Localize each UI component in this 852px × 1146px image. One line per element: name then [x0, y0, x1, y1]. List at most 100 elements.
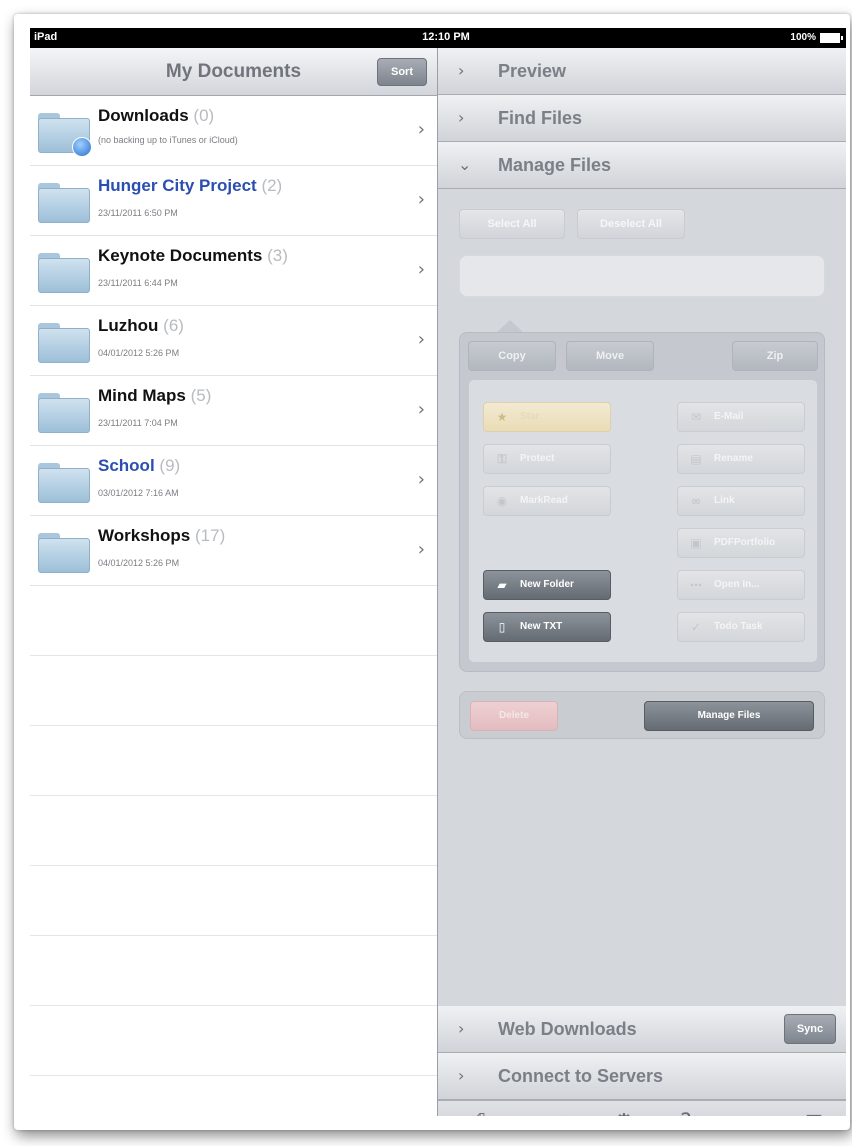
new-folder-button[interactable]: ▰ New Folder — [483, 570, 611, 600]
empty-row — [30, 936, 437, 1006]
star-icon: ★ — [496, 410, 508, 424]
clock: 12:10 PM — [422, 31, 470, 43]
ipad-screen: iPad 12:10 PM 100% My Documents Sort Dow… — [30, 28, 846, 1116]
monitor-icon[interactable]: ▭ — [734, 1109, 762, 1116]
email-button[interactable]: ✉ E-Mail — [677, 402, 805, 432]
page-title: My Documents — [165, 61, 302, 82]
chevron-right-icon: › — [417, 119, 425, 140]
gear-icon[interactable]: ⚙ — [610, 1109, 638, 1116]
empty-row — [30, 1006, 437, 1076]
folder-subtitle: (no backing up to iTunes or iCloud) — [98, 135, 238, 145]
chevron-right-icon: › — [417, 329, 425, 350]
operations-grid: ★ Star ✉ E-Mail ⚿ Protect ▤ Rename ◉ MarkRead — [468, 379, 818, 663]
section-label: Connect to Servers — [498, 1066, 664, 1086]
documents-header: My Documents Sort — [30, 48, 437, 96]
folder-row-school[interactable]: School (9) 03/01/2012 7:16 AM › — [30, 446, 437, 516]
folder-name: Mind Maps (5) — [98, 386, 212, 405]
camera-icon[interactable]: ⎙ — [466, 1109, 494, 1116]
empty-row — [30, 866, 437, 936]
rename-button[interactable]: ▤ Rename — [677, 444, 805, 474]
eye-icon: ◉ — [496, 494, 508, 508]
selection-field[interactable] — [459, 255, 825, 297]
bottom-sections: › Web Downloads Sync › Connect to Server… — [438, 1006, 846, 1100]
section-manage-files[interactable]: ⌄ Manage Files — [438, 142, 846, 189]
checkmark-icon: ✓ — [690, 620, 702, 634]
copy-button[interactable]: Copy — [468, 341, 556, 371]
new-file-icon: ▯ — [498, 620, 506, 634]
carrier-label: iPad — [34, 31, 58, 43]
folder-date: 23/11/2011 6:44 PM — [98, 278, 178, 288]
folder-row-luzhou[interactable]: Luzhou (6) 04/01/2012 5:26 PM › — [30, 306, 437, 376]
tools-panel: › Preview › Find Files ⌄ Manage Files Se… — [438, 48, 846, 1116]
section-find-files[interactable]: › Find Files — [438, 95, 846, 142]
chevron-right-icon: › — [458, 61, 465, 80]
folder-date: 04/01/2012 5:26 PM — [98, 558, 180, 568]
zip-button[interactable]: Zip — [732, 341, 818, 371]
bottom-toolbar: ⎙ ≋ ⚙ ? ▭ ⊡ — [438, 1100, 846, 1116]
mark-read-button[interactable]: ◉ MarkRead — [483, 486, 611, 516]
folder-name: School (9) — [98, 456, 181, 475]
manage-files-button[interactable]: Manage Files — [644, 701, 814, 731]
portfolio-icon: ▣ — [690, 536, 702, 550]
chevron-right-icon: › — [417, 259, 425, 280]
empty-row — [30, 656, 437, 726]
manage-files-body: Select All Deselect All Copy Move Zip ★ S… — [438, 189, 846, 979]
wifi-icon[interactable]: ≋ — [542, 1109, 570, 1116]
globe-icon — [72, 137, 92, 157]
operations-panel: Copy Move Zip ★ Star ✉ E-Mail ⚿ Protect ▤ Re… — [459, 332, 825, 672]
chevron-right-icon: › — [458, 1019, 465, 1038]
folder-icon — [38, 463, 90, 503]
delete-button[interactable]: Delete — [470, 701, 558, 731]
pdf-portfolio-button[interactable]: ▣ PDFPortfolio — [677, 528, 805, 558]
folder-icon — [38, 533, 90, 573]
sort-button[interactable]: Sort — [377, 58, 427, 86]
empty-row — [30, 726, 437, 796]
folder-date: 04/01/2012 5:26 PM — [98, 348, 180, 358]
folder-icon — [38, 113, 92, 157]
chevron-right-icon: › — [417, 189, 425, 210]
open-in-icon: ⋯ — [690, 578, 702, 592]
new-txt-button[interactable]: ▯ New TXT — [483, 612, 611, 642]
folder-name: Downloads (0) — [98, 106, 215, 125]
chevron-down-icon: ⌄ — [458, 155, 472, 174]
select-all-button[interactable]: Select All — [459, 209, 565, 239]
rename-icon: ▤ — [690, 452, 702, 466]
open-in-button[interactable]: ⋯ Open In... — [677, 570, 805, 600]
documents-panel: My Documents Sort Downloads (0) (no back… — [30, 48, 438, 1116]
new-folder-icon: ▰ — [497, 578, 507, 592]
folder-row-keynote-documents[interactable]: Keynote Documents (3) 23/11/2011 6:44 PM… — [30, 236, 437, 306]
section-label: Manage Files — [498, 155, 612, 175]
section-label: Find Files — [498, 108, 583, 128]
status-bar: iPad 12:10 PM 100% — [30, 28, 846, 48]
help-icon[interactable]: ? — [672, 1109, 700, 1116]
folder-date: 23/11/2011 7:04 PM — [98, 418, 178, 428]
section-label: Preview — [498, 61, 567, 81]
move-button[interactable]: Move — [566, 341, 654, 371]
section-web-downloads[interactable]: › Web Downloads Sync — [438, 1006, 846, 1053]
deselect-all-button[interactable]: Deselect All — [577, 209, 685, 239]
link-button[interactable]: ∞ Link — [677, 486, 805, 516]
protect-button[interactable]: ⚿ Protect — [483, 444, 611, 474]
unlock-icon[interactable]: ⊡ — [800, 1109, 828, 1116]
section-preview[interactable]: › Preview — [438, 48, 846, 95]
folder-list: Downloads (0) (no backing up to iTunes o… — [30, 96, 437, 1076]
sync-button[interactable]: Sync — [784, 1014, 836, 1044]
folder-row-downloads[interactable]: Downloads (0) (no backing up to iTunes o… — [30, 96, 437, 166]
empty-row — [30, 796, 437, 866]
folder-name: Workshops (17) — [98, 526, 226, 545]
folder-date: 03/01/2012 7:16 AM — [98, 488, 179, 498]
chevron-right-icon: › — [417, 469, 425, 490]
star-button[interactable]: ★ Star — [483, 402, 611, 432]
todo-task-button[interactable]: ✓ Todo Task — [677, 612, 805, 642]
section-connect-servers[interactable]: › Connect to Servers — [438, 1053, 846, 1100]
folder-date: 23/11/2011 6:50 PM — [98, 208, 178, 218]
link-icon: ∞ — [691, 494, 701, 508]
folder-row-hunger-city-project[interactable]: Hunger City Project (2) 23/11/2011 6:50 … — [30, 166, 437, 236]
folder-row-mind-maps[interactable]: Mind Maps (5) 23/11/2011 7:04 PM › — [30, 376, 437, 446]
folder-row-workshops[interactable]: Workshops (17) 04/01/2012 5:26 PM › — [30, 516, 437, 586]
folder-icon — [38, 323, 90, 363]
folder-icon — [38, 393, 90, 433]
section-label: Web Downloads — [498, 1019, 637, 1039]
action-bar: Delete Manage Files — [459, 691, 825, 739]
empty-row — [30, 586, 437, 656]
